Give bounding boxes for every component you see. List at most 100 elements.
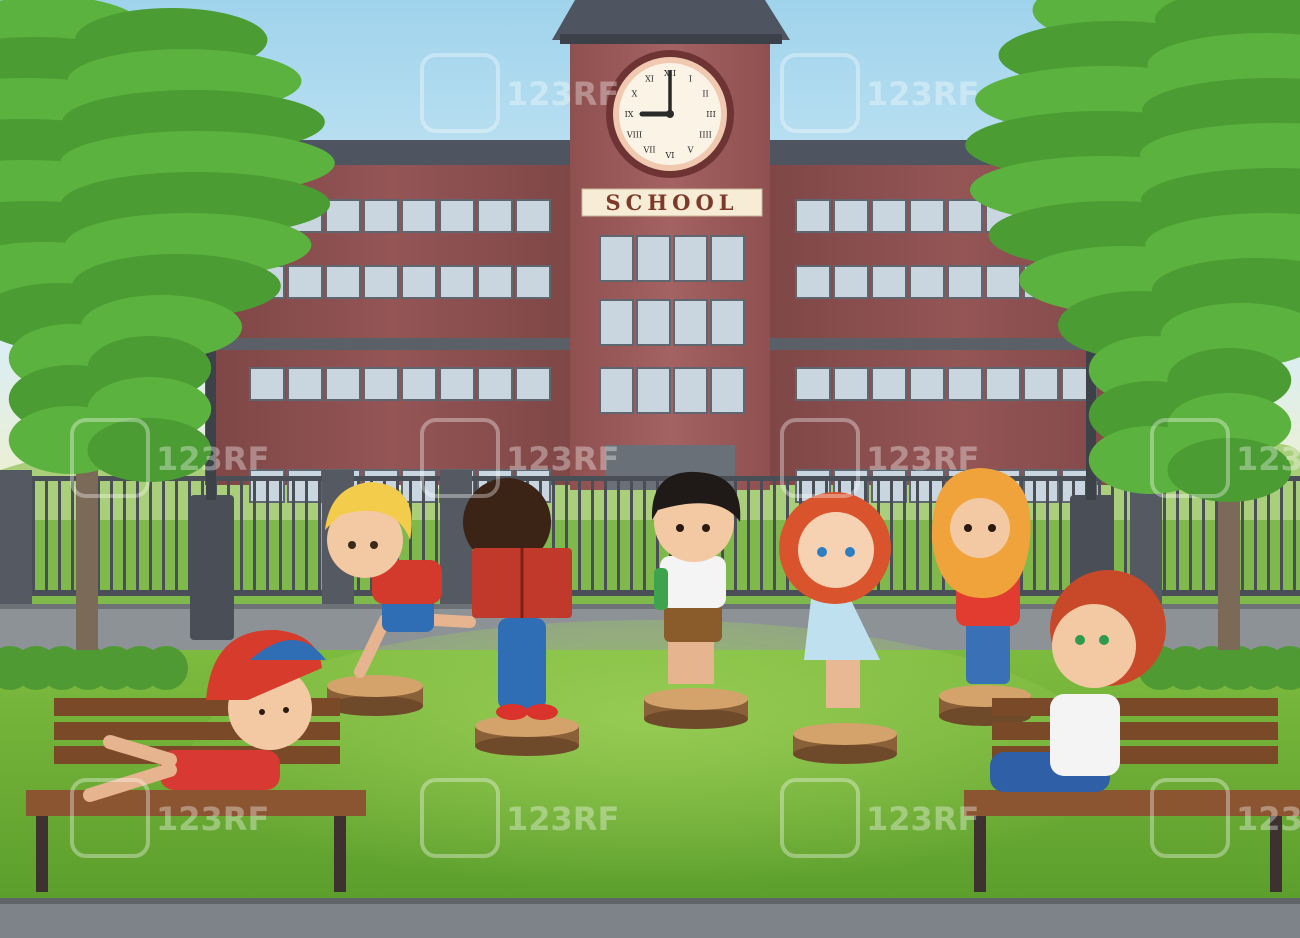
building-window [795,265,831,299]
building-window [599,367,634,414]
hedge-left [0,646,188,690]
building-window [401,199,437,233]
building-window [401,265,437,299]
bench-backrest [992,698,1278,716]
building-window [363,367,399,401]
clock-numeral: II [702,90,708,99]
fence-bar [1280,476,1283,596]
fence-bar [1046,476,1049,596]
building-window [795,367,831,401]
building-window [287,265,323,299]
watermark-text: 123RF [866,800,979,838]
building-window [325,367,361,401]
building-window [947,265,983,299]
child-eye [964,524,972,532]
building-window [710,299,745,346]
fence-bar [279,476,282,596]
building-window [249,367,285,401]
fence-bar [175,476,178,596]
child-jeans [966,618,1010,684]
building-window [833,265,869,299]
building-window [909,199,945,233]
clock-numeral: I [689,74,692,83]
child-face [950,498,1010,558]
watermark-text: 123RF [866,440,979,478]
stump-top [327,675,423,697]
watermark-text: 123RF [156,440,269,478]
fence-pillar [0,470,32,610]
clock-numeral: V [687,146,694,155]
fence-bar [58,476,61,596]
building-window [710,367,745,414]
ledge-left [195,338,590,350]
child-body [160,750,280,790]
child-eye [1099,635,1109,645]
clock-numeral: IX [625,110,634,119]
fence-bar [149,476,152,596]
child-eye [259,709,265,715]
clock-numeral: VII [642,146,655,155]
fence-bar [292,476,295,596]
building-window [673,367,708,414]
child-legs [498,618,546,710]
building-window [515,199,551,233]
tower-cornice [560,34,782,44]
building-window [439,199,475,233]
fence-bar [45,476,48,596]
building-window [515,265,551,299]
building-window [833,199,869,233]
clock-numeral: IIII [699,131,712,140]
fence-bar [903,476,906,596]
building-window [673,235,708,282]
clock-numeral: VI [665,151,675,160]
child-shirt [1050,694,1120,776]
building-window [287,367,323,401]
building-window [833,367,869,401]
fence-bar [240,476,243,596]
stump-top [644,688,748,710]
child-eye [845,547,855,557]
fence-bar [747,476,750,596]
stump-base [327,696,423,716]
lamp-base-left [190,495,234,640]
fence-bar [305,476,308,596]
tower-clock: XIIIIIIIIIIIIVVIVIIVIIIIXXXI [606,50,734,178]
building-window [795,199,831,233]
child-eye [817,547,827,557]
child-face [1052,604,1136,688]
clock-numeral: XI [645,74,654,83]
child-eye [676,524,684,532]
fence-bar [773,476,776,596]
building-window [636,367,671,414]
building-window [325,265,361,299]
fence-bar [760,476,763,596]
stump-base [793,744,897,764]
bench-leg [334,816,346,892]
front-curb [0,898,1300,904]
building-window [909,367,945,401]
child-eye [348,541,356,549]
child-legs [826,660,860,708]
child-eye [988,524,996,532]
stump-top [475,715,579,737]
building-window [477,199,513,233]
building-window [363,199,399,233]
clock-numeral: III [706,110,715,119]
fence-bar [1033,476,1036,596]
front-sidewalk [0,902,1300,938]
watermark-text: 123RF [1236,800,1300,838]
fence-bar [253,476,256,596]
watermark-text: 123RF [506,75,619,113]
building-window [985,367,1021,401]
hedge-right [1138,646,1300,690]
bench-backrest [992,722,1278,740]
school-sign-text: SCHOOL [605,190,738,215]
building-window [710,235,745,282]
fence-bar [604,476,607,596]
watermark-text: 123RF [156,800,269,838]
child-eye [283,707,289,713]
fence-bar [162,476,165,596]
fence-bar [630,476,633,596]
fence-bar [643,476,646,596]
clock-center [666,110,674,118]
